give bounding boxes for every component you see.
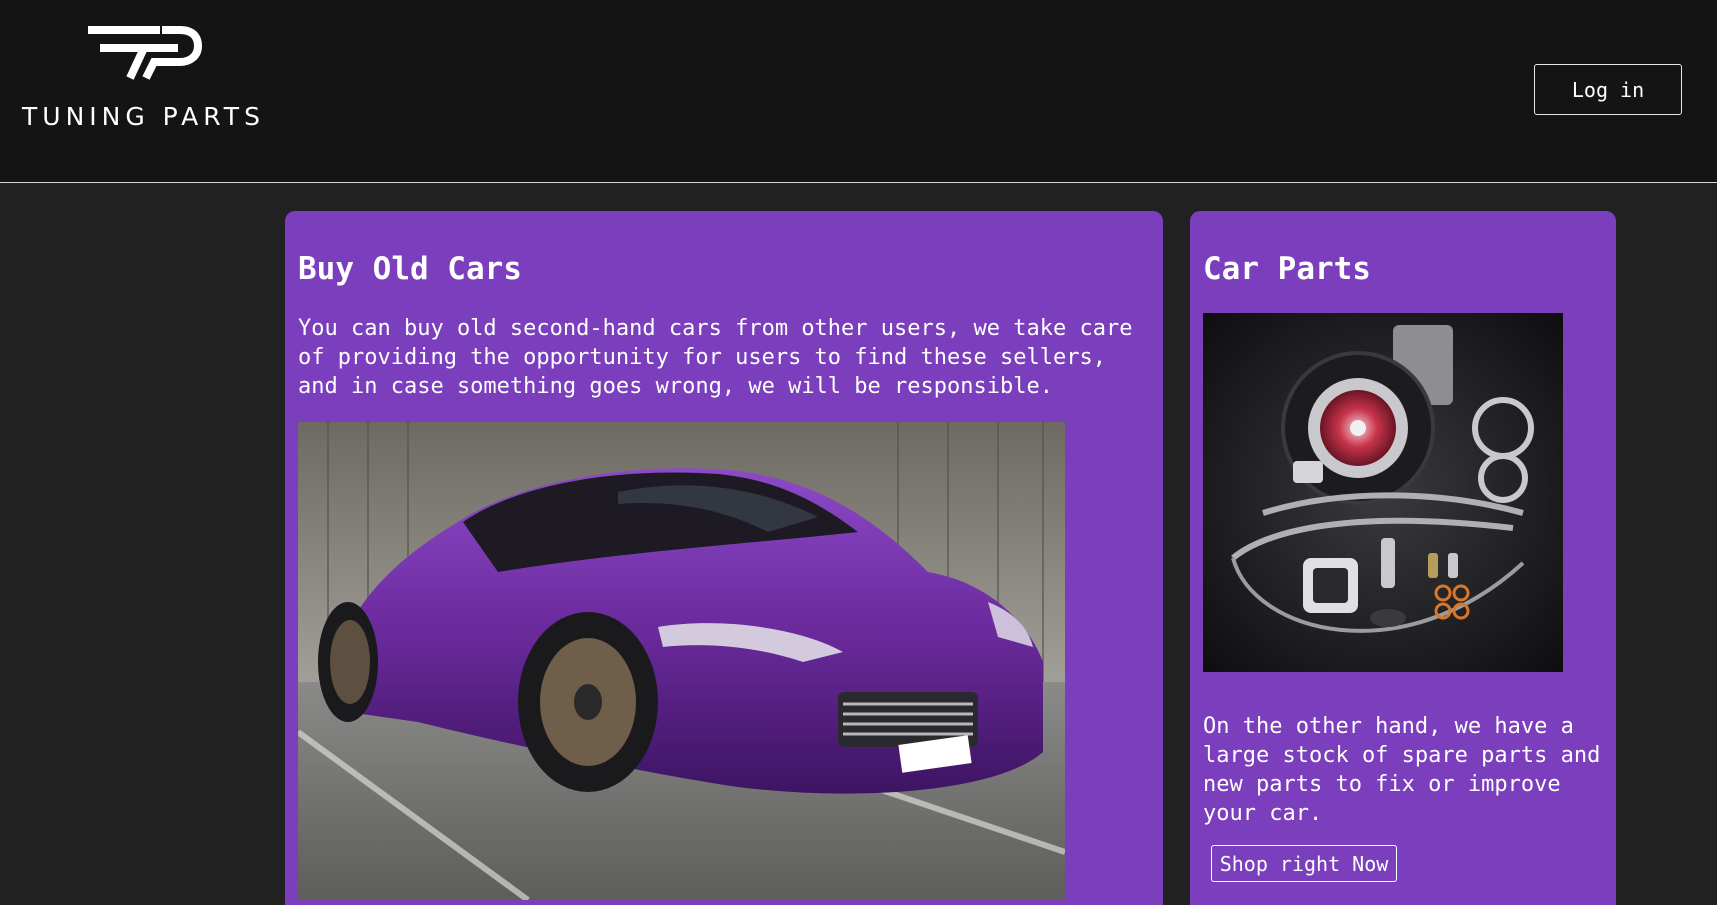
car-parts-card: Car Parts On the other hand, we have a l…	[1190, 211, 1616, 905]
purple-car-image	[298, 422, 1065, 900]
car-parts-description: On the other hand, we have a large stock…	[1203, 714, 1601, 826]
purple-car-illustration	[298, 422, 1065, 900]
turbo-kit-illustration	[1203, 313, 1563, 672]
used-cars-title: Buy Old Cars	[298, 251, 522, 287]
shop-now-button[interactable]: Shop right Now	[1211, 845, 1397, 882]
used-cars-card: Buy Old Cars You can buy old second-hand…	[285, 211, 1163, 905]
used-cars-description: You can buy old second-hand cars from ot…	[298, 316, 1133, 399]
turbo-kit-image	[1203, 313, 1563, 672]
login-button[interactable]: Log in	[1534, 64, 1682, 115]
site-header: TUNING PARTS Log in	[0, 0, 1717, 183]
brand-name: TUNING PARTS	[22, 102, 265, 131]
brand-logo[interactable]: TUNING PARTS	[22, 24, 272, 134]
tp-logo-icon	[88, 26, 202, 80]
car-parts-title: Car Parts	[1203, 251, 1371, 287]
